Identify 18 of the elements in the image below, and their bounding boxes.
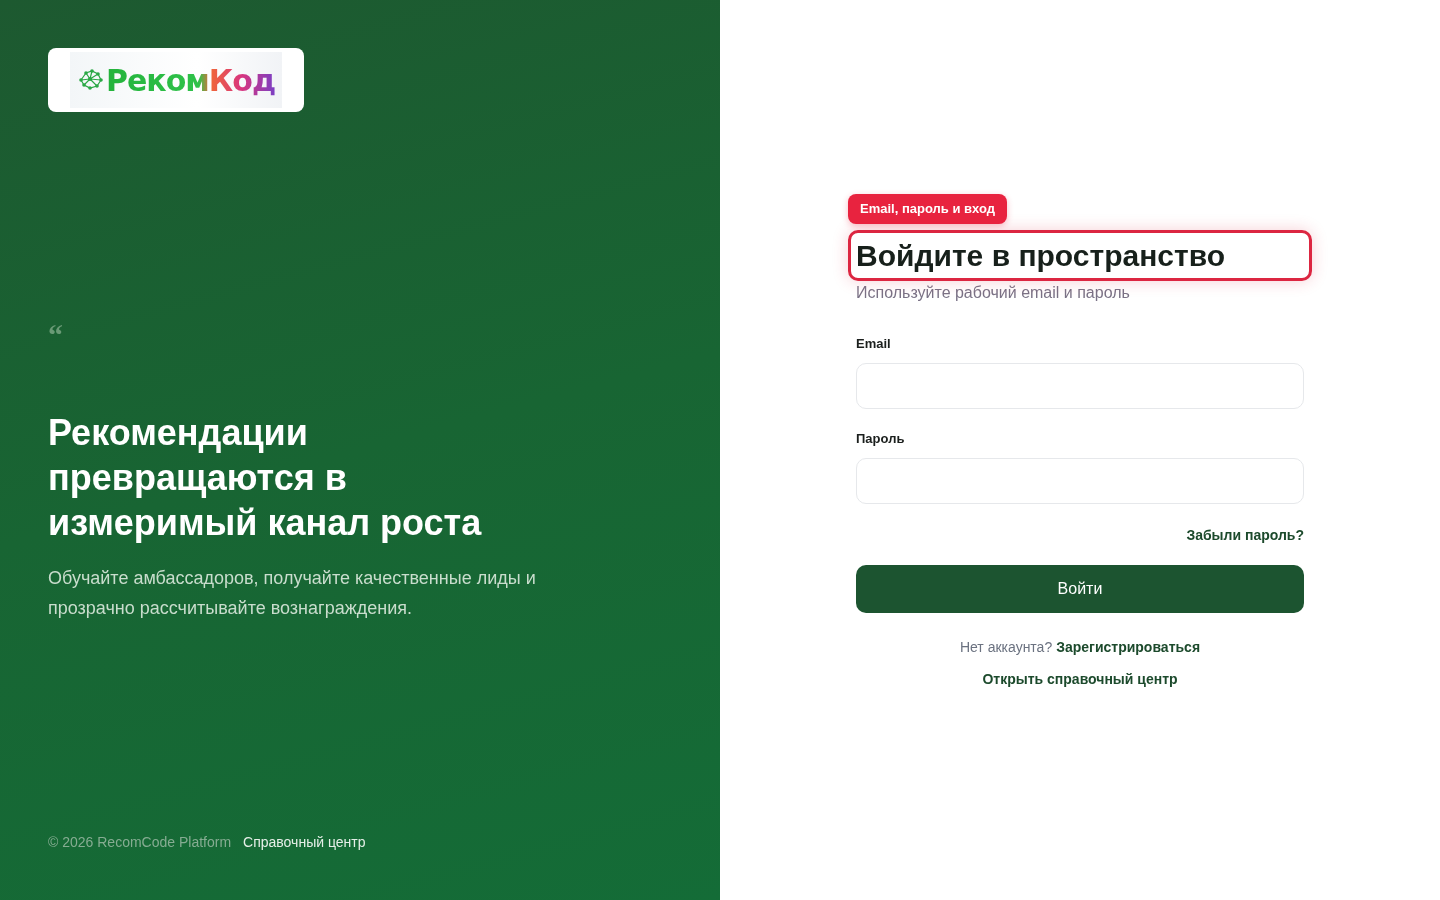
help-center-link[interactable]: Справочный центр [243, 832, 366, 852]
form-title: Войдите в пространство [856, 238, 1227, 274]
callout-tag: Email, пароль и вход [848, 194, 1007, 224]
help-center-link[interactable]: Открыть справочный центр [982, 670, 1178, 688]
headline: Рекомендации превращаются в измеримый канал роста [48, 410, 483, 545]
input-field[interactable] [856, 458, 1304, 504]
forgot-password-link[interactable]: Забыли пароль? [1186, 526, 1304, 544]
network-nodes-icon [78, 68, 104, 92]
field-label: Пароль [856, 431, 905, 447]
login-button[interactable]: Войти [856, 565, 1304, 613]
copyright-text: © 2026 RecomCode Platform [48, 833, 232, 852]
input-field[interactable] [856, 363, 1304, 409]
description: Обучайте амбассадоров, получайте качественные лиды и прозрачно рассчитывайте вознаграждения. [48, 566, 537, 620]
quote-mark: “ [48, 321, 63, 348]
form-subtitle: Используйте рабочий email и пароль [856, 283, 1131, 303]
signup-link[interactable]: Зарегистрироваться [1056, 638, 1201, 656]
field-label: Email [856, 336, 891, 352]
signup-prompt: Нет аккаунта? [959, 638, 1053, 656]
